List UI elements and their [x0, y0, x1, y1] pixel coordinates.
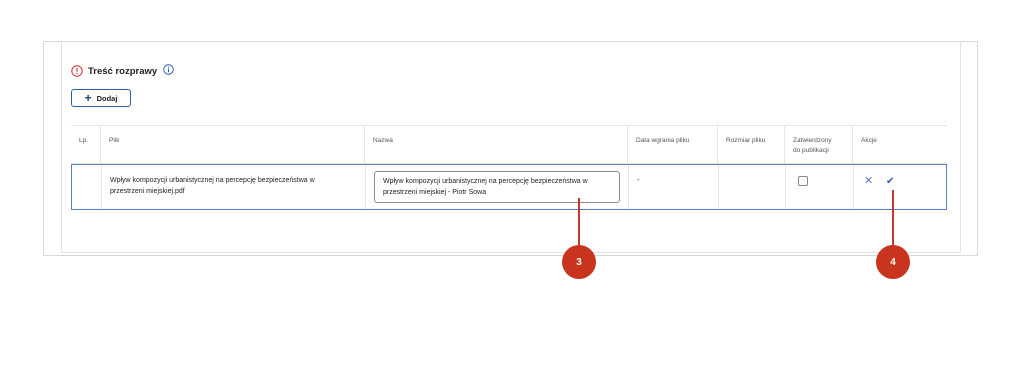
header-zatwierdzony-line1: Zatwierdzony: [793, 137, 832, 144]
cell-plik: Wpływ kompozycji urbanistycznej na perce…: [102, 165, 366, 209]
table-header-row: Lp. Plik Nazwa Data wgrania pliku Rozmia…: [71, 125, 947, 164]
header-zatwierdzony: Zatwierdzony do publikacji: [793, 136, 832, 156]
panel-divider: [61, 252, 961, 253]
header-cell-data: Data wgrania pliku: [628, 126, 718, 163]
add-button-label: Dodaj: [96, 93, 118, 103]
header-cell-plik: Plik: [101, 126, 365, 163]
header-cell-nazwa: Nazwa: [365, 126, 628, 163]
header-rozmiar: Rozmiar pliku: [726, 137, 766, 144]
callout-4: 4: [876, 245, 910, 279]
header-cell-lp: Lp.: [71, 126, 101, 163]
header-akcje: Akcje: [861, 137, 877, 144]
info-icon[interactable]: [163, 63, 174, 75]
header-plik: Plik: [109, 137, 120, 144]
callout-4-line: [892, 190, 894, 248]
header-data: Data wgrania pliku: [636, 137, 690, 144]
files-table: Lp. Plik Nazwa Data wgrania pliku Rozmia…: [71, 125, 947, 210]
cell-zatwierdzony: [786, 165, 854, 209]
upload-date: -: [637, 175, 640, 184]
close-icon[interactable]: ✕: [864, 175, 873, 187]
section-header: Treść rozprawy: [71, 63, 174, 77]
header-cell-akcje: Akcje: [853, 126, 947, 163]
check-icon[interactable]: ✔: [886, 176, 894, 188]
header-nazwa: Nazwa: [373, 137, 393, 144]
table-row: Wpływ kompozycji urbanistycznej na perce…: [71, 164, 947, 210]
publish-approval-checkbox[interactable]: [798, 176, 808, 186]
name-input[interactable]: [374, 171, 620, 203]
cell-data: -: [629, 165, 719, 209]
cell-lp: [72, 165, 102, 209]
file-name: Wpływ kompozycji urbanistycznej na perce…: [110, 175, 350, 197]
cell-rozmiar: [719, 165, 786, 209]
header-cell-rozmiar: Rozmiar pliku: [718, 126, 785, 163]
header-zatwierdzony-line2: do publikacji: [793, 147, 829, 154]
section-title: Treść rozprawy: [88, 65, 158, 77]
header-cell-zatwierdzony: Zatwierdzony do publikacji: [785, 126, 853, 163]
add-button[interactable]: + Dodaj: [71, 89, 131, 107]
header-lp: Lp.: [79, 137, 89, 144]
plus-icon: +: [84, 91, 92, 105]
cell-nazwa: [366, 165, 629, 209]
file-name-line1: Wpływ kompozycji urbanistycznej na perce…: [110, 177, 315, 184]
warning-circle-icon: [71, 65, 83, 77]
cell-akcje: ✕ ✔: [854, 165, 948, 209]
callout-3-line: [578, 198, 580, 248]
callout-3: 3: [562, 245, 596, 279]
file-name-line2: przestrzeni miejskiej.pdf: [110, 188, 185, 195]
